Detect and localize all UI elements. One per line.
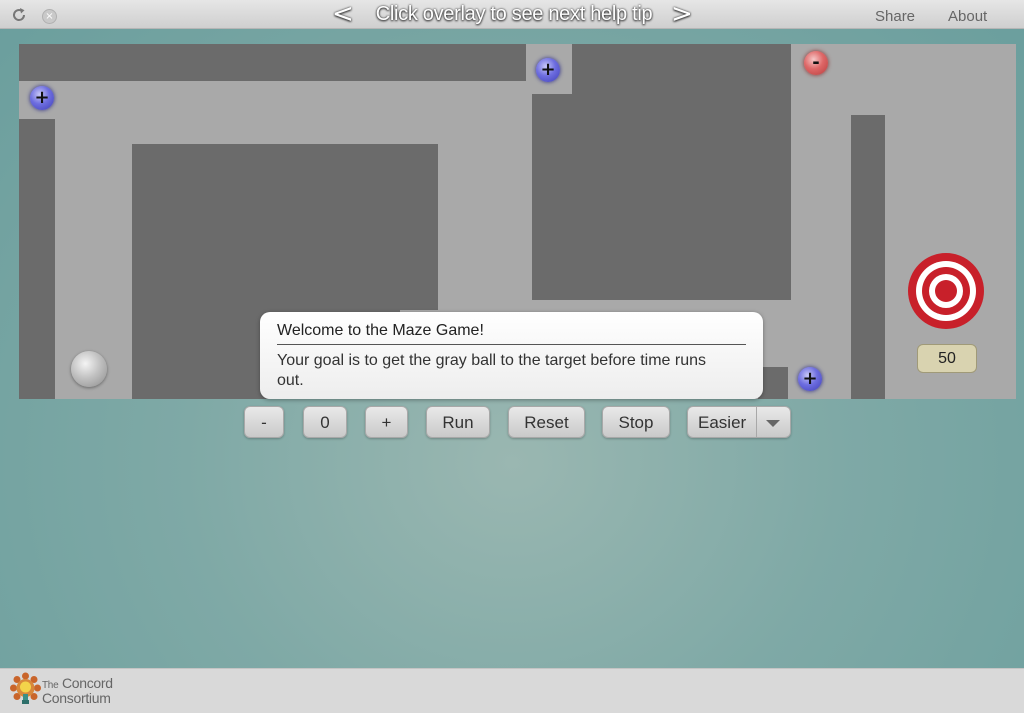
tooltip-body: Your goal is to get the gray ball to the… — [277, 352, 706, 389]
tooltip-title: Welcome to the Maze Game! — [277, 322, 746, 345]
help-prev-arrow[interactable]: < — [332, 0, 354, 28]
maze-wall — [132, 144, 438, 310]
logo-consortium: Consortium — [42, 690, 111, 706]
plus-glyph: + — [34, 87, 50, 108]
close-icon[interactable]: × — [42, 9, 57, 24]
help-tooltip[interactable]: Welcome to the Maze Game! Your goal is t… — [260, 312, 763, 399]
help-next-arrow[interactable]: > — [671, 0, 693, 28]
top-bar: × < Click overlay to see next help tip >… — [0, 0, 1024, 29]
plus-icon[interactable]: + — [798, 367, 822, 391]
stop-button[interactable]: Stop — [602, 406, 670, 438]
difficulty-dropdown[interactable]: Easier — [687, 406, 791, 438]
plus-icon[interactable]: + — [536, 58, 560, 82]
target-icon — [908, 253, 984, 329]
share-link[interactable]: Share — [875, 8, 915, 25]
maze-wall — [572, 44, 791, 94]
minus-icon[interactable]: - — [804, 51, 828, 75]
increase-button[interactable]: + — [365, 406, 408, 438]
chevron-down-icon[interactable] — [766, 420, 780, 427]
help-tip-text[interactable]: Click overlay to see next help tip — [366, 0, 662, 28]
concord-logo-text[interactable]: The Concord Consortium — [42, 675, 113, 706]
run-button[interactable]: Run — [426, 406, 490, 438]
maze-wall — [19, 44, 526, 81]
value-display: 0 — [303, 406, 347, 438]
maze-wall — [532, 94, 791, 300]
gray-ball[interactable] — [71, 351, 107, 387]
concord-logo-icon[interactable] — [10, 672, 41, 708]
maze-wall — [851, 115, 885, 399]
difficulty-label: Easier — [698, 413, 747, 432]
reload-icon[interactable] — [10, 6, 28, 24]
minus-glyph: - — [812, 52, 820, 73]
dropdown-divider — [756, 407, 757, 437]
about-link[interactable]: About — [948, 8, 987, 25]
timer-display: 50 — [917, 344, 977, 373]
decrease-button[interactable]: - — [244, 406, 284, 438]
reset-button[interactable]: Reset — [508, 406, 585, 438]
footer: The Concord Consortium — [0, 668, 1024, 713]
plus-glyph: + — [540, 59, 556, 80]
plus-icon[interactable]: + — [30, 86, 54, 110]
logo-concord: Concord — [61, 675, 113, 691]
maze-wall — [19, 119, 55, 399]
plus-glyph: + — [802, 368, 818, 389]
